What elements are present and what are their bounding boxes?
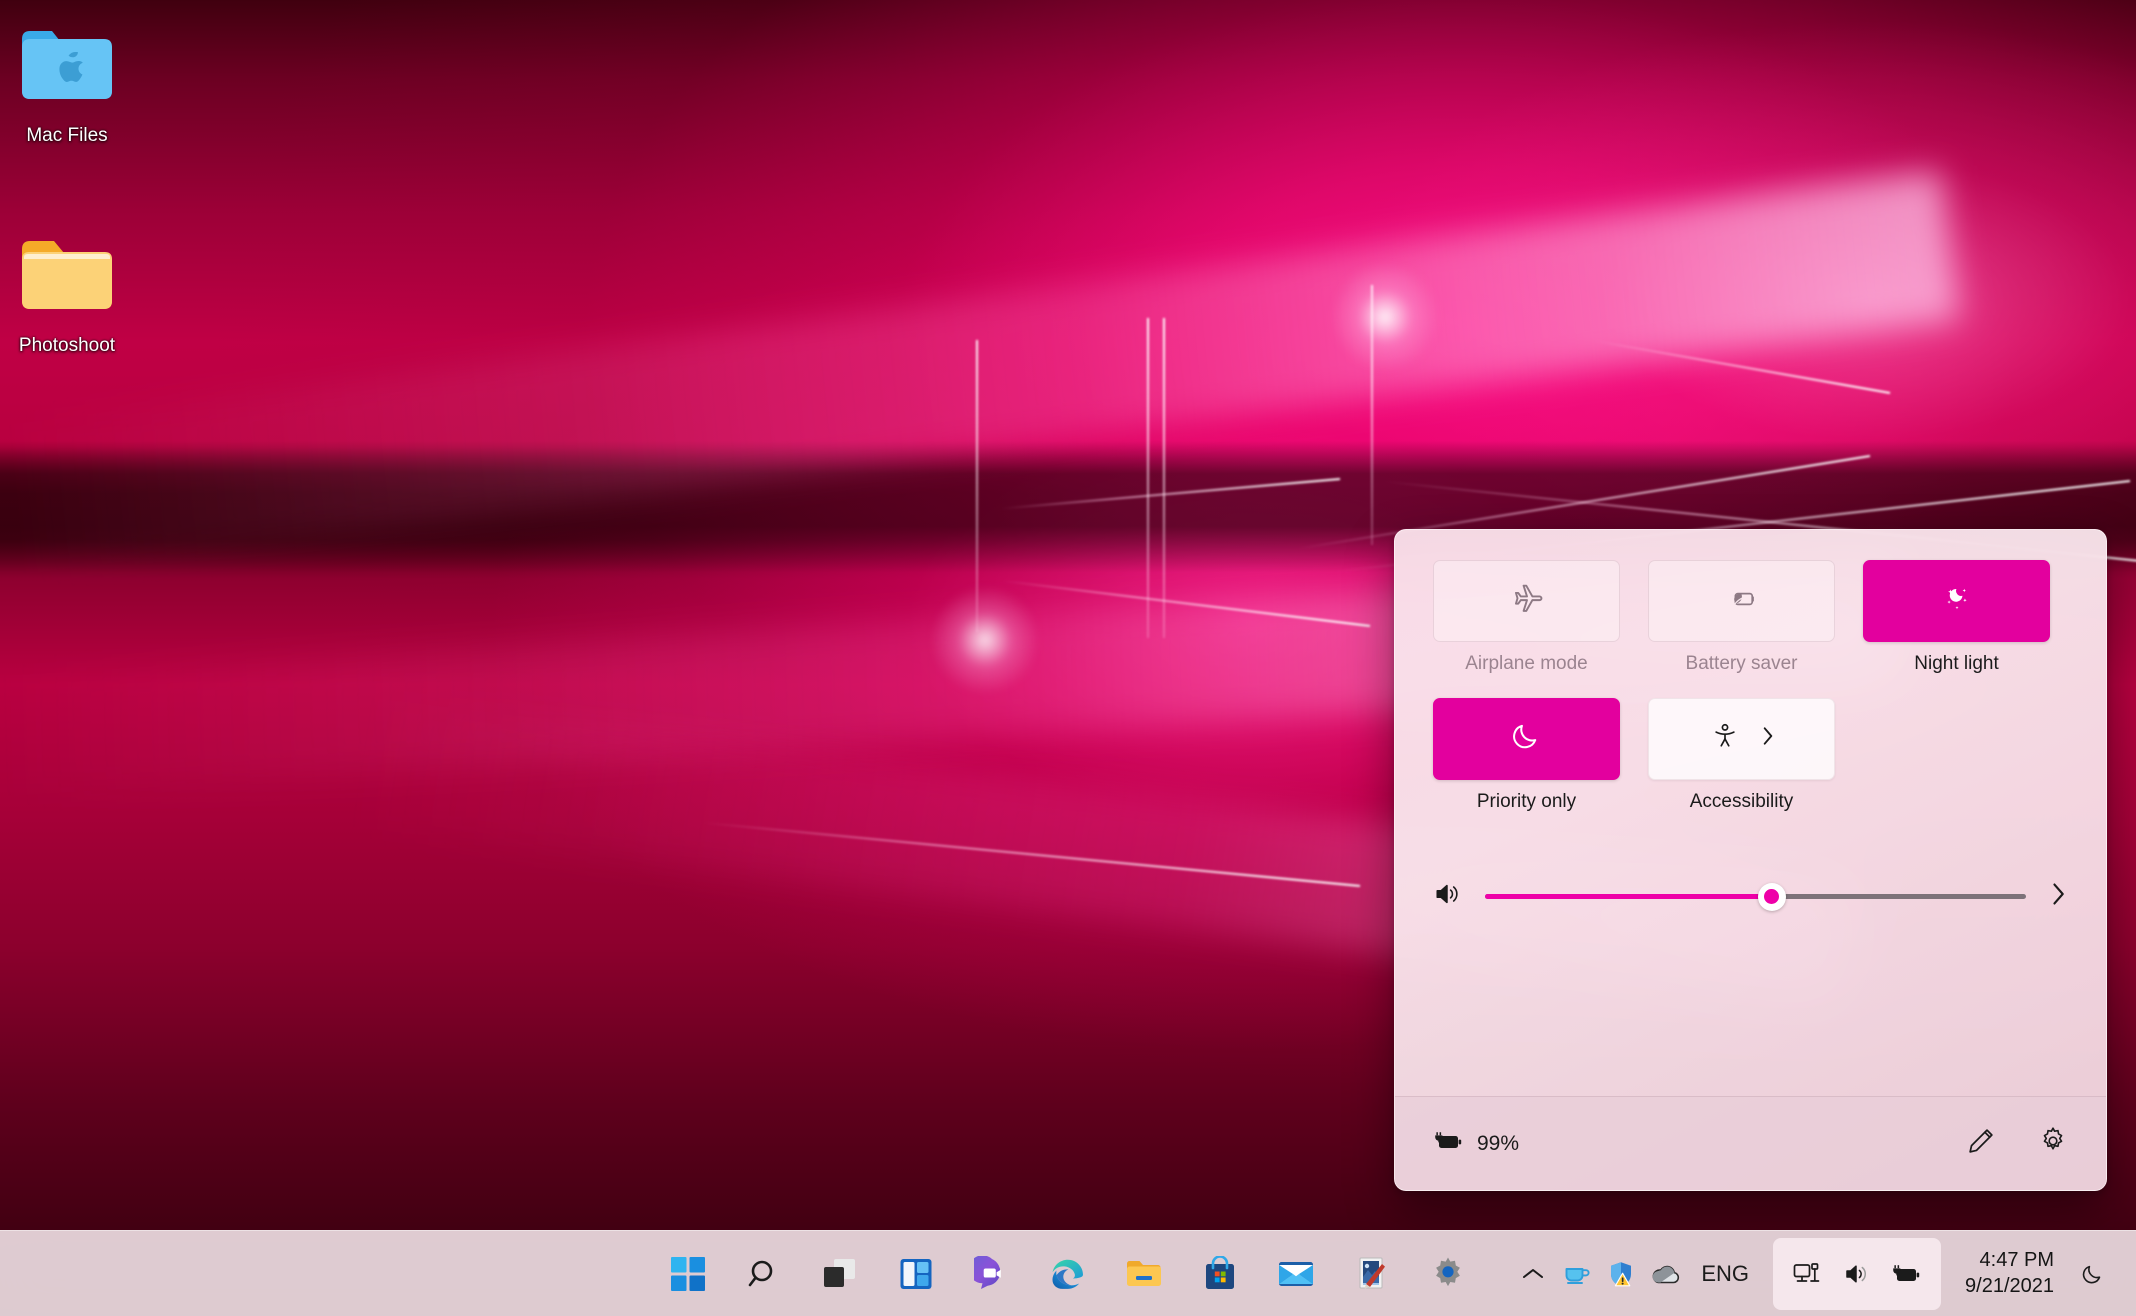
desktop-icon-mac-files[interactable]: Mac Files [0, 15, 152, 148]
airplane-icon [1510, 582, 1544, 621]
desktop-icon-photoshoot[interactable]: Photoshoot [0, 225, 152, 358]
search-button[interactable] [733, 1243, 795, 1305]
airplane-mode-tile[interactable] [1433, 560, 1620, 642]
wallpaper-mullion-center-a [1147, 318, 1149, 638]
settings-button[interactable] [1417, 1243, 1479, 1305]
start-button[interactable] [657, 1243, 719, 1305]
task-view-button[interactable] [809, 1243, 871, 1305]
quick-setting-battery-saver[interactable]: Battery saver [1648, 560, 1835, 676]
quick-setting-accessibility[interactable]: Accessibility [1648, 698, 1835, 814]
quick-settings-panel[interactable]: Airplane mode Ba [1394, 529, 2107, 1191]
battery-percent: 99% [1477, 1132, 1519, 1156]
volume-tray-icon[interactable] [1835, 1246, 1879, 1302]
battery-saver-label: Battery saver [1648, 653, 1835, 676]
microsoft-store-button[interactable] [1189, 1243, 1251, 1305]
file-explorer-button[interactable] [1113, 1243, 1175, 1305]
quick-setting-night-light[interactable]: Night light [1863, 560, 2050, 676]
wallpaper-mullion-center-b [1163, 318, 1165, 638]
moon-icon [1508, 717, 1546, 760]
system-tray[interactable]: ENG [1511, 1231, 2136, 1316]
priority-only-label: Priority only [1433, 791, 1620, 814]
folder-icon [0, 225, 152, 325]
chevron-right-icon [1760, 725, 1776, 752]
quick-settings-grid: Airplane mode Ba [1433, 560, 2068, 814]
paint-button[interactable] [1341, 1243, 1403, 1305]
night-light-label: Night light [1863, 653, 2050, 676]
airplane-mode-label: Airplane mode [1433, 653, 1620, 676]
battery-charging-icon [1433, 1129, 1465, 1158]
speaker-icon[interactable] [1433, 880, 1463, 913]
priority-only-tile[interactable] [1433, 698, 1620, 780]
clock[interactable]: 4:47 PM 9/21/2021 [1951, 1248, 2068, 1299]
volume-slider-fill [1485, 894, 1772, 899]
quick-setting-priority-only[interactable]: Priority only [1433, 698, 1620, 814]
battery-status[interactable]: 99% [1433, 1129, 1519, 1158]
chat-button[interactable] [961, 1243, 1023, 1305]
desktop[interactable]: Mac Files Photoshoot [0, 0, 2136, 1316]
audio-output-chevron-icon[interactable] [2048, 881, 2068, 912]
quick-settings-footer: 99% [1395, 1096, 2106, 1190]
wallpaper-sparkle-bottom [930, 585, 1040, 695]
edge-button[interactable] [1037, 1243, 1099, 1305]
notification-moon-icon[interactable] [2068, 1260, 2118, 1288]
volume-slider[interactable] [1485, 894, 2026, 899]
desktop-icon-label: Photoshoot [0, 335, 152, 358]
quick-setting-airplane-mode[interactable]: Airplane mode [1433, 560, 1620, 676]
volume-slider-thumb[interactable] [1758, 883, 1786, 911]
clock-date: 9/21/2021 [1965, 1274, 2054, 1300]
night-light-icon [1940, 582, 1974, 621]
mail-button[interactable] [1265, 1243, 1327, 1305]
accessibility-tile[interactable] [1648, 698, 1835, 780]
widgets-button[interactable] [885, 1243, 947, 1305]
pencil-icon[interactable] [1966, 1126, 1996, 1161]
quick-settings-tiles-area: Airplane mode Ba [1395, 530, 2106, 814]
tray-status-cluster[interactable] [1773, 1238, 1941, 1310]
footer-buttons [1966, 1126, 2068, 1161]
taskbar-app-area [650, 1243, 1486, 1305]
coffee-tray-icon[interactable] [1555, 1246, 1599, 1302]
defender-tray-icon[interactable] [1599, 1246, 1643, 1302]
clock-time: 4:47 PM [1965, 1248, 2054, 1274]
chevron-up-icon[interactable] [1511, 1246, 1555, 1302]
accessibility-icon [1708, 719, 1742, 758]
night-light-tile[interactable] [1863, 560, 2050, 642]
wallpaper-sparkle-right [1330, 262, 1440, 372]
taskbar[interactable]: ENG [0, 1230, 2136, 1316]
volume-row[interactable] [1395, 854, 2106, 940]
battery-saver-tile[interactable] [1648, 560, 1835, 642]
battery-saver-icon [1724, 581, 1760, 622]
battery-tray-icon[interactable] [1885, 1246, 1929, 1302]
gear-icon[interactable] [2038, 1126, 2068, 1161]
mac-folder-icon [0, 15, 152, 115]
desktop-icon-label: Mac Files [0, 125, 152, 148]
accessibility-label: Accessibility [1648, 791, 1835, 814]
language-indicator[interactable]: ENG [1687, 1261, 1763, 1287]
network-tray-icon[interactable] [1785, 1246, 1829, 1302]
onedrive-tray-icon[interactable] [1643, 1246, 1687, 1302]
